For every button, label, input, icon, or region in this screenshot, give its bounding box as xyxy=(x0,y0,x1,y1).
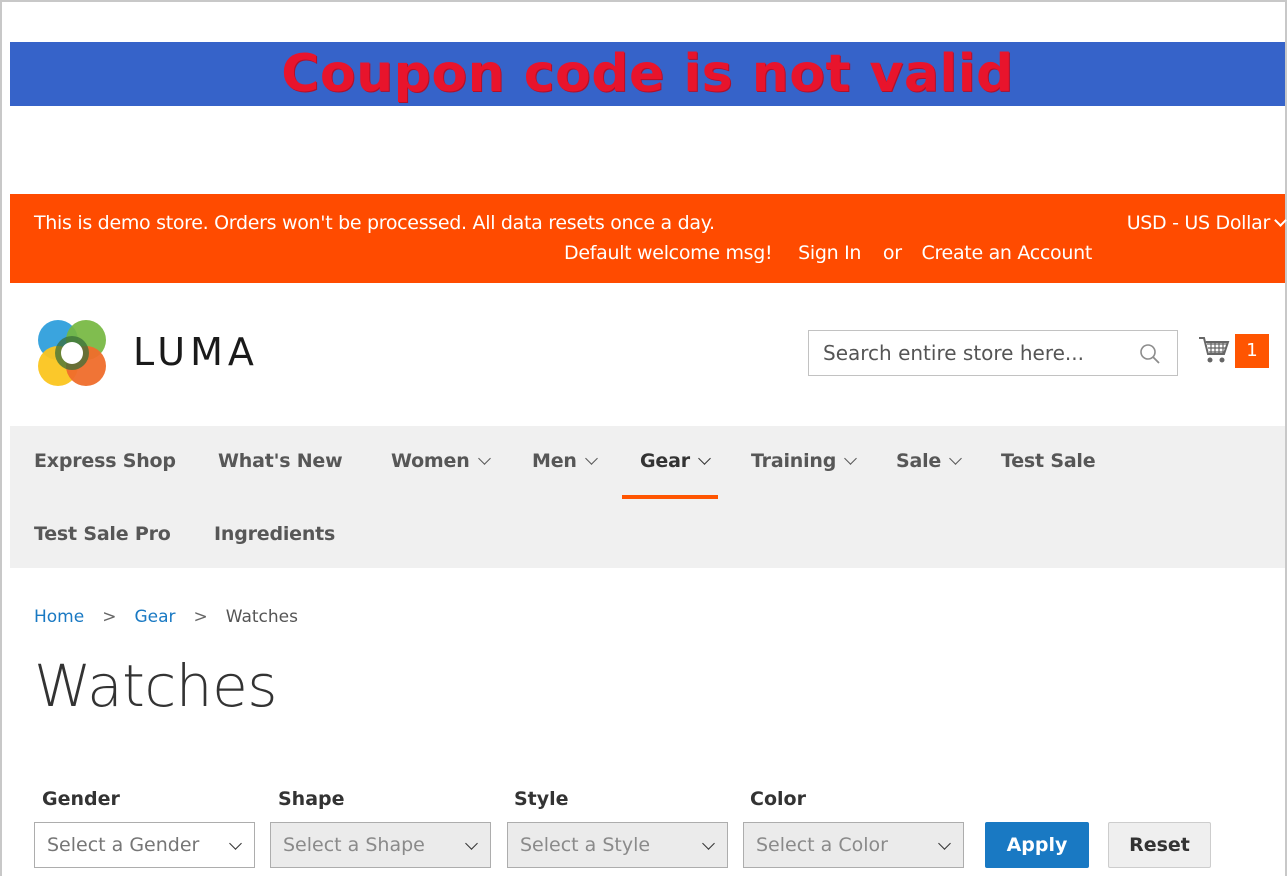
chevron-down-icon xyxy=(698,452,711,465)
or-text: or xyxy=(882,242,902,264)
nav-label: Ingredients xyxy=(214,523,336,545)
active-nav-indicator xyxy=(622,495,718,499)
coupon-error-banner: Coupon code is not valid xyxy=(10,42,1285,106)
nav-item-gear[interactable]: Gear xyxy=(640,450,711,472)
shape-filter-label: Shape xyxy=(278,788,345,810)
chevron-down-icon xyxy=(702,837,715,850)
shape-select-value: Select a Shape xyxy=(283,834,425,856)
breadcrumb-separator: > xyxy=(193,607,208,627)
search-box xyxy=(808,330,1178,376)
demo-notice-text: This is demo store. Orders won't be proc… xyxy=(34,212,715,234)
chevron-down-icon xyxy=(949,452,962,465)
nav-item-ingredients[interactable]: Ingredients xyxy=(214,523,335,545)
nav-label: Sale xyxy=(896,450,942,472)
shopping-cart-icon[interactable] xyxy=(1197,334,1231,366)
color-select-value: Select a Color xyxy=(756,834,888,856)
nav-item-training[interactable]: Training xyxy=(751,450,858,472)
gender-filter-label: Gender xyxy=(42,788,120,810)
header-links: Default welcome msg! Sign In or Create a… xyxy=(564,242,1112,264)
breadcrumb-current: Watches xyxy=(225,607,298,627)
sign-in-link[interactable]: Sign In xyxy=(798,242,861,264)
chevron-down-icon xyxy=(938,837,951,850)
chevron-down-icon xyxy=(584,452,598,465)
chevron-down-icon xyxy=(844,452,858,465)
style-select[interactable]: Select a Style xyxy=(507,822,728,868)
nav-label: Training xyxy=(751,450,837,472)
chevron-down-icon xyxy=(1274,214,1287,227)
gender-select[interactable]: Select a Gender xyxy=(34,822,255,868)
search-input[interactable] xyxy=(809,331,1109,375)
color-filter-label: Color xyxy=(750,788,806,810)
nav-label: Women xyxy=(391,450,470,472)
style-select-value: Select a Style xyxy=(520,834,651,856)
chevron-down-icon xyxy=(465,837,478,850)
nav-item-test-sale[interactable]: Test Sale xyxy=(1001,450,1096,472)
nav-label: Test Sale Pro xyxy=(34,523,171,545)
apply-button[interactable]: Apply xyxy=(985,822,1089,868)
nav-item-test-sale-pro[interactable]: Test Sale Pro xyxy=(34,523,171,545)
welcome-message: Default welcome msg! xyxy=(564,242,773,264)
main-navigation: Express Shop What's New Women Men Gear T… xyxy=(10,426,1285,568)
gender-select-value: Select a Gender xyxy=(47,834,200,856)
style-filter-label: Style xyxy=(514,788,569,810)
search-icon[interactable] xyxy=(1139,343,1161,365)
nav-label: Men xyxy=(532,450,577,472)
nav-label: Gear xyxy=(640,450,690,472)
nav-item-sale[interactable]: Sale xyxy=(896,450,962,472)
nav-label: Express Shop xyxy=(34,450,176,472)
nav-label: What's New xyxy=(218,450,343,472)
breadcrumb-separator: > xyxy=(102,607,117,627)
shape-select[interactable]: Select a Shape xyxy=(270,822,491,868)
currency-switcher[interactable]: USD - US Dollar xyxy=(1126,212,1287,234)
color-select[interactable]: Select a Color xyxy=(743,822,964,868)
breadcrumb-home-link[interactable]: Home xyxy=(34,607,84,627)
create-account-link[interactable]: Create an Account xyxy=(922,242,1093,264)
nav-item-women[interactable]: Women xyxy=(391,450,491,472)
cart-count-badge[interactable]: 1 xyxy=(1235,334,1269,368)
coupon-error-text: Coupon code is not valid xyxy=(281,44,1014,104)
nav-item-express-shop[interactable]: Express Shop xyxy=(34,450,176,472)
currency-label: USD - US Dollar xyxy=(1126,212,1271,234)
luma-logo-text[interactable]: LUMA xyxy=(133,330,259,374)
breadcrumb: Home > Gear > Watches xyxy=(34,607,298,627)
chevron-down-icon xyxy=(477,452,491,465)
demo-notice-bar: This is demo store. Orders won't be proc… xyxy=(10,194,1287,283)
reset-button[interactable]: Reset xyxy=(1108,822,1211,868)
nav-item-men[interactable]: Men xyxy=(532,450,598,472)
luma-logo-icon[interactable] xyxy=(34,315,110,391)
breadcrumb-gear-link[interactable]: Gear xyxy=(134,607,175,627)
page-title: Watches xyxy=(34,652,277,720)
nav-label: Test Sale xyxy=(1001,450,1096,472)
nav-item-whats-new[interactable]: What's New xyxy=(218,450,343,472)
chevron-down-icon xyxy=(229,837,242,850)
